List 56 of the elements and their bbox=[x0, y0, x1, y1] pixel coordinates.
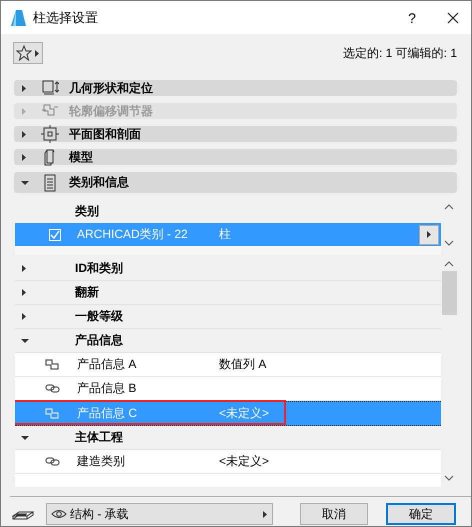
expand-icon bbox=[21, 288, 27, 297]
classification-name: ARCHICAD类别 - 22 bbox=[77, 226, 189, 243]
collapse-icon bbox=[21, 434, 29, 442]
star-icon bbox=[16, 45, 32, 61]
expand-icon bbox=[21, 130, 27, 138]
check-icon bbox=[50, 230, 60, 240]
dialog-button[interactable]: 取消 bbox=[300, 503, 368, 525]
browse-button[interactable] bbox=[419, 224, 439, 244]
close-icon[interactable] bbox=[447, 12, 459, 24]
property-row[interactable]: 产品信息 B bbox=[15, 377, 441, 401]
app-logo-icon bbox=[10, 8, 27, 26]
property-value: <未定义> bbox=[219, 405, 270, 422]
group-label: 翻新 bbox=[75, 284, 99, 301]
panel-geometry-icon bbox=[41, 79, 59, 97]
property-name: 产品信息 B bbox=[77, 380, 138, 397]
property-name: 建造类别 bbox=[77, 453, 126, 470]
expand-icon bbox=[21, 106, 27, 116]
caret-icon bbox=[426, 230, 432, 239]
window-title: 柱选择设置 bbox=[33, 8, 99, 26]
panel-header[interactable]: 几何形状和定位 bbox=[14, 80, 457, 96]
selection-counter: 选定的: 1 可编辑的: 1 bbox=[342, 44, 457, 62]
scroll-down-icon bbox=[444, 475, 454, 481]
checkbox[interactable] bbox=[49, 228, 61, 240]
help-button[interactable]: ? bbox=[397, 10, 427, 26]
expand-icon bbox=[21, 264, 27, 273]
property-name: 产品信息 A bbox=[77, 356, 138, 373]
favorites-button[interactable] bbox=[13, 42, 43, 64]
classification-value: 柱 bbox=[219, 226, 232, 243]
expand-icon bbox=[21, 312, 27, 321]
property-value: <未定义> bbox=[219, 453, 270, 470]
group-label: 一般等级 bbox=[75, 308, 123, 325]
eye-icon bbox=[51, 508, 67, 520]
property-name: 产品信息 C bbox=[77, 405, 138, 422]
caret-icon bbox=[34, 48, 40, 58]
scrollbar-thumb[interactable] bbox=[442, 271, 456, 315]
dialog-button[interactable]: 确定 bbox=[386, 503, 456, 525]
property-row[interactable]: 建造类别 <未定义> bbox=[15, 450, 441, 474]
layer-dropdown[interactable]: 结构 - 承载 bbox=[46, 503, 273, 525]
panel-header[interactable]: 模型 bbox=[14, 149, 457, 165]
property-value: 数值列 A bbox=[219, 356, 266, 373]
scroll-down-icon bbox=[444, 240, 454, 246]
collapse-icon bbox=[21, 336, 29, 344]
property-row[interactable]: 产品信息 A 数值列 A bbox=[15, 353, 441, 377]
collapse-icon bbox=[21, 178, 29, 186]
expand-icon bbox=[21, 152, 27, 162]
panel-header[interactable]: 类别和信息 bbox=[14, 172, 457, 193]
column-header: 类别 bbox=[74, 203, 100, 220]
expand-icon bbox=[21, 84, 27, 92]
scroll-up-icon bbox=[444, 204, 454, 210]
plan-section-icon bbox=[41, 125, 59, 143]
group-label: 产品信息 bbox=[75, 332, 123, 349]
group-label: ID和类别 bbox=[75, 260, 123, 277]
panel-header[interactable]: 平面图和剖面 bbox=[14, 126, 457, 142]
scroll-up-icon bbox=[444, 261, 454, 267]
caret-icon bbox=[262, 510, 268, 518]
group-label: 主体工程 bbox=[75, 429, 123, 446]
